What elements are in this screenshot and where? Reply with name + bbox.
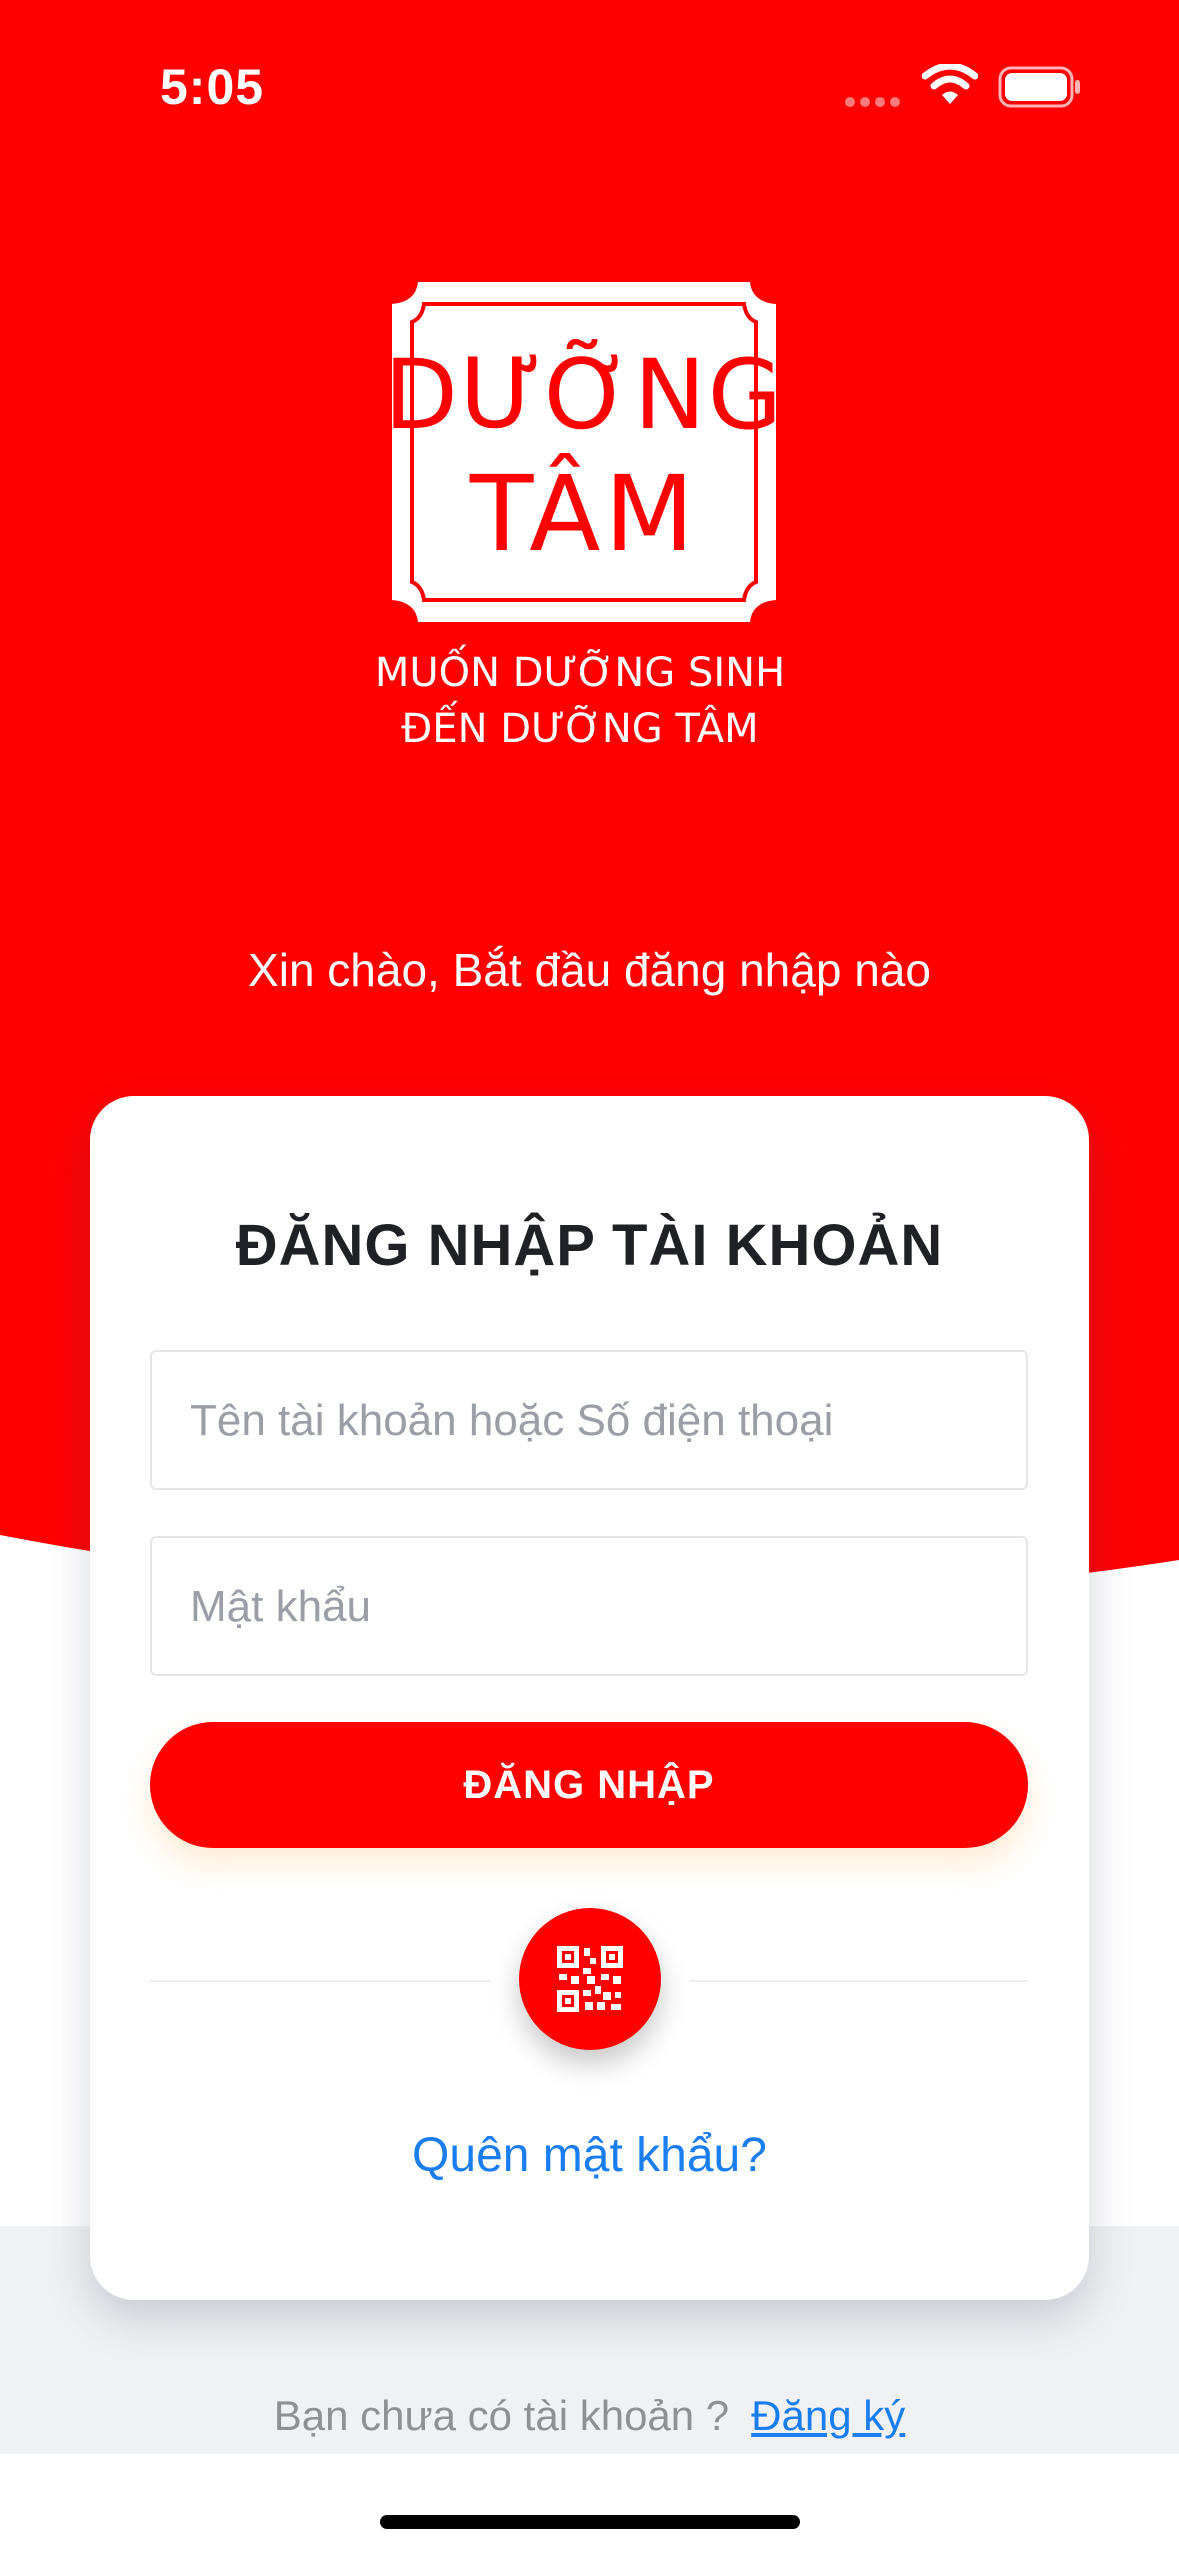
battery-icon <box>998 66 1080 108</box>
tagline-line-2: ĐẾN DƯỠNG TÂM <box>401 700 758 750</box>
qr-login-button[interactable] <box>519 1908 661 2050</box>
password-placeholder: Mật khẩu <box>190 1582 371 1631</box>
password-input[interactable]: Mật khẩu <box>150 1536 1028 1676</box>
login-button-label: ĐĂNG NHẬP <box>463 1762 715 1807</box>
username-input[interactable]: Tên tài khoản hoặc Số điện thoại <box>150 1350 1028 1490</box>
logo-word-1: DƯỠNG <box>388 339 780 451</box>
wifi-icon <box>922 64 978 104</box>
register-row: Bạn chưa có tài khoản ? Đăng ký <box>0 2392 1179 2440</box>
login-card: ĐĂNG NHẬP TÀI KHOẢN Tên tài khoản hoặc S… <box>90 1096 1089 2300</box>
divider-right <box>690 1980 1028 1982</box>
login-title: ĐĂNG NHẬP TÀI KHOẢN <box>235 1213 944 1278</box>
qr-code-icon <box>557 1946 623 2012</box>
brand-logo: DƯỠNG TÂM <box>388 282 780 622</box>
username-placeholder: Tên tài khoản hoặc Số điện thoại <box>190 1396 834 1445</box>
home-indicator[interactable] <box>380 2515 800 2529</box>
divider-left <box>150 1980 490 1982</box>
greeting-text: Xin chào, Bắt đầu đăng nhập nào <box>248 944 931 996</box>
register-prompt: Bạn chưa có tài khoản ? <box>273 2392 730 2439</box>
brand-tagline: MUỐN DƯỠNG SINH ĐẾN DƯỠNG TÂM <box>375 643 785 750</box>
signal-icon <box>845 97 900 107</box>
logo-word-2: TÂM <box>469 453 698 575</box>
register-link[interactable]: Đăng ký <box>751 2392 905 2439</box>
status-time: 5:05 <box>160 59 265 115</box>
forgot-password-link[interactable]: Quên mật khẩu? <box>90 2128 1089 2183</box>
login-button[interactable]: ĐĂNG NHẬP <box>150 1722 1028 1848</box>
tagline-line-1: MUỐN DƯỠNG SINH <box>375 643 785 696</box>
